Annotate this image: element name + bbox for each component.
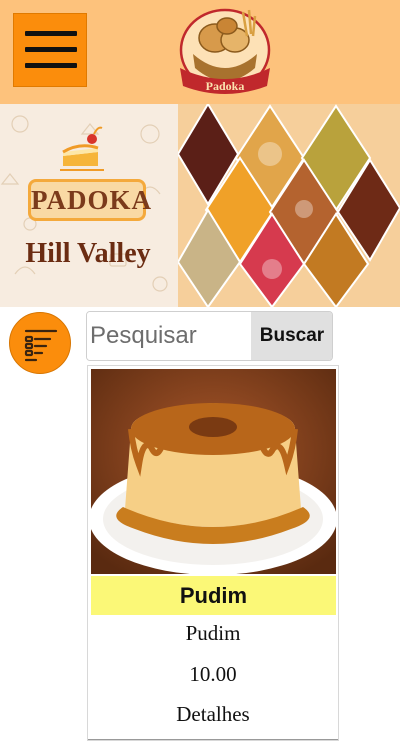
app-header: Padoka	[0, 0, 400, 104]
padoka-logo[interactable]: Padoka	[175, 2, 275, 100]
brand-subtitle: Hill Valley	[25, 238, 151, 269]
brand-title-badge: PADOKA	[28, 179, 152, 221]
product-card[interactable]: Pudim Pudim 10.00 Detalhes	[87, 365, 339, 741]
filter-button[interactable]	[9, 312, 71, 374]
logo-text: Padoka	[206, 79, 245, 93]
brand-title: PADOKA	[31, 185, 152, 215]
cake-slice-icon	[60, 126, 104, 171]
menu-bar-3	[25, 63, 77, 68]
details-link[interactable]: Detalhes	[88, 702, 338, 727]
menu-button[interactable]	[13, 13, 87, 87]
search-button[interactable]: Buscar	[251, 312, 332, 360]
product-name: Pudim	[91, 576, 336, 615]
search-bar: Buscar	[86, 311, 333, 361]
product-price: 10.00	[189, 662, 237, 686]
filter-list-icon	[24, 329, 58, 362]
product-image-pudim	[91, 369, 336, 574]
product-description: Pudim	[185, 621, 241, 645]
search-input[interactable]	[87, 312, 251, 360]
hamburger-menu-icon	[25, 31, 77, 36]
hero-banner: PADOKA Hill Valley	[0, 104, 400, 307]
bakery-products-collage	[178, 104, 400, 307]
menu-bar-2	[25, 47, 77, 52]
banner-brand-area: PADOKA Hill Valley	[0, 104, 178, 307]
